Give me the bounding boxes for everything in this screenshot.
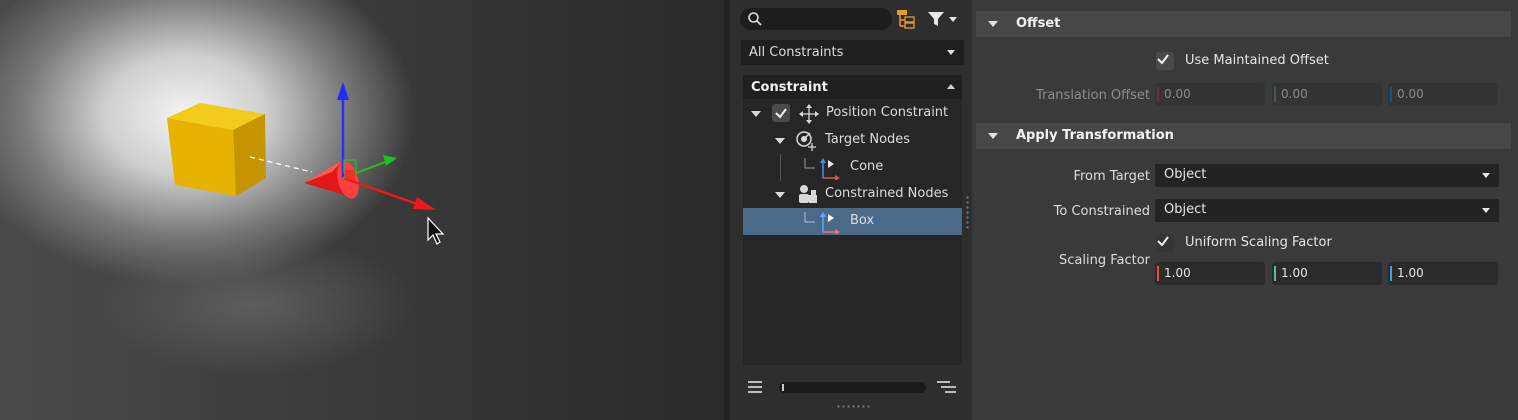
expand-arrow-icon[interactable]	[775, 192, 785, 198]
z-axis-marker	[1390, 87, 1392, 102]
checkmark-icon	[775, 108, 787, 119]
translation-offset-x-field[interactable]: 0.00	[1155, 83, 1265, 106]
to-constrained-label: To Constrained	[1053, 204, 1150, 219]
field-value: 1.00	[1281, 266, 1308, 280]
box-object[interactable]	[167, 103, 266, 196]
indent-view-icon[interactable]	[936, 380, 958, 394]
z-axis-marker	[1390, 266, 1392, 281]
section-title: Offset	[1016, 16, 1061, 31]
move-arrows-icon	[799, 104, 819, 124]
tree-header-label: Constraint	[751, 79, 828, 95]
field-value: 0.00	[1164, 87, 1191, 101]
properties-panel: Offset Use Maintained Offset Translation…	[966, 0, 1518, 420]
tree-header[interactable]: Constraint	[743, 75, 962, 99]
viewport-3d[interactable]	[0, 0, 724, 420]
field-value: 1.00	[1164, 266, 1191, 280]
tree-item-position-constraint[interactable]: Position Constraint	[743, 100, 962, 127]
checkmark-icon	[1157, 236, 1169, 247]
target-nodes-icon	[796, 131, 816, 151]
position-constraint-checkbox[interactable]	[772, 104, 790, 122]
checkbox-label: Uniform Scaling Factor	[1185, 235, 1332, 250]
tree-item-constrained-nodes[interactable]: Constrained Nodes	[743, 181, 962, 208]
uniform-scaling-checkbox[interactable]	[1156, 234, 1174, 252]
tree-item-label: Target Nodes	[825, 132, 911, 147]
field-value: 0.00	[1397, 87, 1424, 101]
list-view-icon[interactable]	[747, 380, 763, 394]
to-constrained-dropdown[interactable]: Object	[1155, 199, 1499, 222]
constraint-filter-dropdown[interactable]: All Constraints	[741, 40, 964, 65]
tree-item-label: Position Constraint	[826, 105, 949, 120]
chevron-down-icon	[1482, 173, 1490, 178]
y-axis-marker	[1274, 266, 1276, 281]
scaling-factor-z-field[interactable]: 1.00	[1388, 262, 1498, 285]
use-maintained-offset-checkbox[interactable]	[1156, 52, 1174, 70]
x-axis-marker	[1157, 87, 1159, 102]
checkbox-label: Use Maintained Offset	[1185, 53, 1329, 68]
expand-arrow-icon[interactable]	[751, 111, 761, 117]
search-input[interactable]	[766, 10, 890, 30]
offset-section-header[interactable]: Offset	[976, 11, 1511, 37]
panel-resize-grip[interactable]	[966, 195, 969, 229]
constraint-tree[interactable]: Constraint Position Constraint Target No…	[743, 75, 962, 365]
panel-resize-grip[interactable]	[836, 405, 872, 408]
search-icon	[748, 12, 762, 26]
chevron-down-icon	[1482, 208, 1490, 213]
apply-transformation-section-header[interactable]: Apply Transformation	[976, 123, 1511, 149]
sort-arrow-icon[interactable]	[947, 84, 955, 89]
tree-bottom-bar	[743, 378, 962, 398]
horizontal-scrollbar[interactable]	[779, 382, 926, 393]
scrollbar-thumb[interactable]	[782, 384, 784, 391]
search-box[interactable]	[740, 8, 892, 30]
expand-arrow-icon[interactable]	[775, 138, 785, 144]
node-axis-icon	[804, 212, 840, 234]
field-value: 1.00	[1397, 266, 1424, 280]
scene-canvas	[167, 82, 445, 245]
tree-item-cone[interactable]: Cone	[743, 154, 962, 181]
from-target-dropdown[interactable]: Object	[1155, 164, 1499, 187]
translation-offset-label: Translation Offset	[1035, 88, 1150, 103]
field-value: 0.00	[1281, 87, 1308, 101]
from-target-label: From Target	[1073, 169, 1150, 184]
constraint-filter-value: All Constraints	[749, 45, 844, 60]
mouse-cursor-icon	[427, 216, 445, 245]
tree-item-label: Box	[850, 213, 875, 228]
chevron-down-icon	[947, 49, 955, 55]
tree-item-box[interactable]: Box	[743, 208, 962, 235]
scaling-factor-label: Scaling Factor	[1058, 253, 1150, 268]
filter-icon[interactable]	[926, 9, 962, 29]
checkmark-icon	[1157, 54, 1169, 65]
constraint-panel: All Constraints Constraint Position Cons…	[730, 0, 972, 420]
tree-item-label: Constrained Nodes	[825, 186, 949, 201]
collapse-arrow-icon[interactable]	[988, 133, 998, 139]
constrained-nodes-icon	[799, 185, 817, 203]
dropdown-value: Object	[1164, 202, 1207, 217]
translation-offset-z-field[interactable]: 0.00	[1388, 83, 1498, 106]
hierarchy-tree-icon[interactable]	[896, 9, 916, 29]
node-axis-icon	[804, 158, 840, 180]
scaling-factor-y-field[interactable]: 1.00	[1272, 262, 1382, 285]
tree-item-target-nodes[interactable]: Target Nodes	[743, 127, 962, 154]
y-axis-marker	[1274, 87, 1276, 102]
collapse-arrow-icon[interactable]	[988, 21, 998, 27]
translation-offset-y-field[interactable]: 0.00	[1272, 83, 1382, 106]
tree-guide-line	[780, 154, 781, 181]
scaling-factor-x-field[interactable]: 1.00	[1155, 262, 1265, 285]
dropdown-value: Object	[1164, 167, 1207, 182]
tree-item-label: Cone	[850, 159, 884, 174]
section-title: Apply Transformation	[1016, 128, 1174, 143]
x-axis-marker	[1157, 266, 1159, 281]
